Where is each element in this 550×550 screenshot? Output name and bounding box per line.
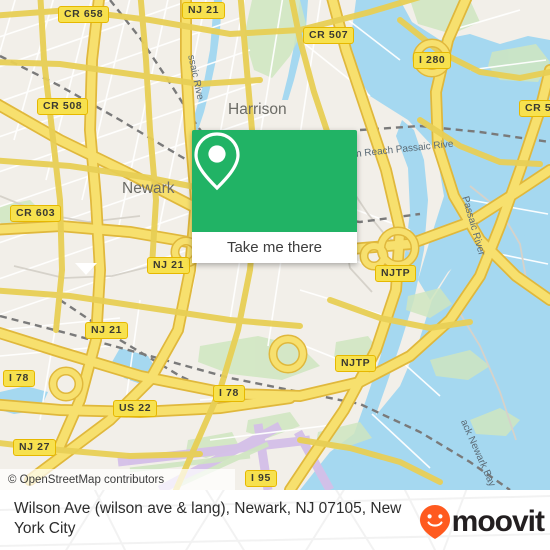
highway-shield-i-95[interactable]: I 95 xyxy=(245,470,277,487)
highway-shield-nj-21-n[interactable]: NJ 21 xyxy=(182,2,226,19)
place-label-newark: Newark xyxy=(122,180,175,197)
highway-shield-cr-658[interactable]: CR 658 xyxy=(58,6,110,23)
highway-shield-i-280[interactable]: I 280 xyxy=(413,52,452,69)
take-me-there-button[interactable]: Take me there xyxy=(192,232,357,263)
moovit-logo-text: moovit xyxy=(451,505,545,538)
take-me-there-label: Take me there xyxy=(226,239,323,256)
highway-shield-nj-21-s[interactable]: NJ 21 xyxy=(85,322,129,339)
highway-shield-cr-508[interactable]: CR 508 xyxy=(37,98,89,115)
highway-shield-cr-50[interactable]: CR 50 xyxy=(519,100,550,117)
highway-shield-i-78-w[interactable]: I 78 xyxy=(3,370,35,387)
attribution-text: © OpenStreetMap contributors xyxy=(8,473,165,486)
moovit-logo[interactable]: moovit xyxy=(418,504,545,540)
highway-shield-nj-21-c[interactable]: NJ 21 xyxy=(147,257,191,274)
moovit-pin-smiley-icon xyxy=(419,505,450,539)
popup-icon-area xyxy=(192,130,357,232)
highway-shield-nj-27[interactable]: NJ 27 xyxy=(13,439,57,456)
place-label-harrison: Harrison xyxy=(228,101,287,118)
highway-shield-us-22[interactable]: US 22 xyxy=(113,400,158,417)
map-canvas[interactable]: Newark Harrison son Reach Passaic Rive P… xyxy=(0,0,550,490)
highway-shield-njtp-n[interactable]: NJTP xyxy=(375,265,417,282)
highway-shield-cr-507[interactable]: CR 507 xyxy=(303,27,355,44)
map-attribution[interactable]: © OpenStreetMap contributors xyxy=(0,469,235,490)
location-pin-icon xyxy=(194,132,240,191)
highway-shield-i-78-e[interactable]: I 78 xyxy=(213,385,245,402)
take-me-there-popup[interactable]: Take me there xyxy=(192,130,357,263)
footer-bar: Wilson Ave (wilson ave & lang), Newark, … xyxy=(0,490,550,550)
highway-shield-cr-603[interactable]: CR 603 xyxy=(10,205,62,222)
address-text: Wilson Ave (wilson ave & lang), Newark, … xyxy=(14,500,402,537)
moovit-map-screenshot: Newark Harrison son Reach Passaic Rive P… xyxy=(0,0,550,550)
popup-tail-pointer xyxy=(75,263,97,275)
highway-shield-njtp-s[interactable]: NJTP xyxy=(335,355,377,372)
